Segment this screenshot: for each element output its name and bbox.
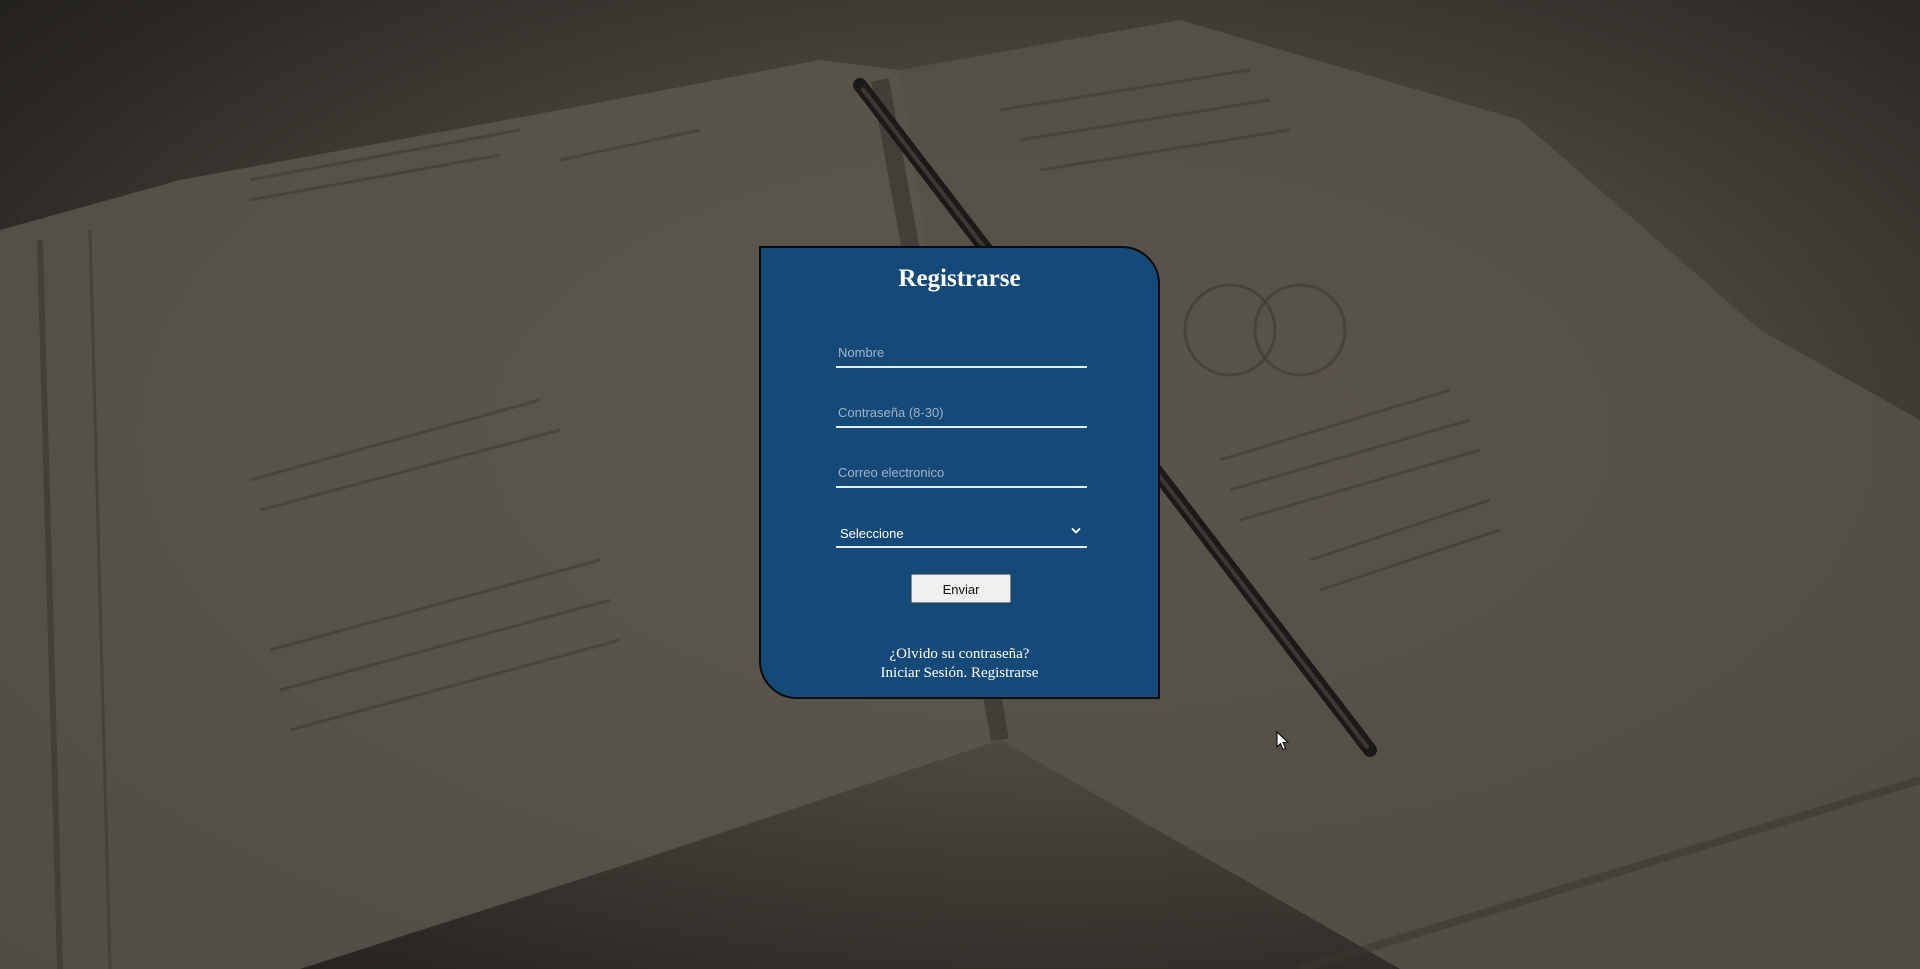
role-select[interactable]: Seleccione xyxy=(836,518,1087,548)
login-link[interactable]: Iniciar Sesión. xyxy=(881,665,968,681)
chevron-down-icon xyxy=(1071,528,1081,534)
mouse-cursor-icon xyxy=(1276,731,1290,751)
register-card: Registrarse Seleccione Enviar ¿Olvido su… xyxy=(759,246,1160,699)
email-input[interactable] xyxy=(836,458,1087,488)
form-title: Registrarse xyxy=(898,265,1021,292)
password-input[interactable] xyxy=(836,398,1087,428)
forgot-password-link[interactable]: ¿Olvido su contraseña? xyxy=(890,646,1030,662)
footer-links: ¿Olvido su contraseña? Iniciar Sesión. R… xyxy=(761,645,1158,683)
role-select-value: Seleccione xyxy=(840,526,904,541)
submit-button[interactable]: Enviar xyxy=(911,574,1011,603)
name-input[interactable] xyxy=(836,338,1087,368)
register-link[interactable]: Registrarse xyxy=(971,665,1038,681)
